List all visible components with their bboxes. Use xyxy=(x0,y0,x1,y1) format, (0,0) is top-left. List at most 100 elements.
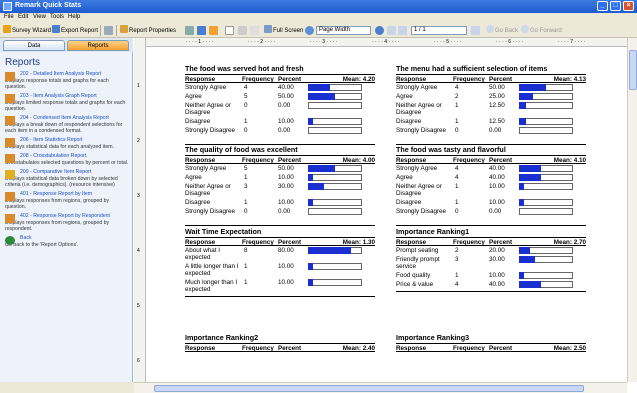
vertical-scroll-thumb[interactable] xyxy=(629,50,637,90)
percent-bar-frame xyxy=(519,272,573,279)
menu-tools[interactable]: Tools xyxy=(50,14,64,20)
ruler-mark: · · · · 6 · · · · xyxy=(496,39,524,45)
zoom-in-icon[interactable] xyxy=(375,26,384,35)
go-back-button[interactable]: Go Back xyxy=(486,25,518,36)
frequency-value: 2 xyxy=(455,247,459,254)
survey-wizard-button[interactable]: Survey Wizard xyxy=(3,25,51,36)
ruler-mark: · · · · 3 · · · · xyxy=(310,39,338,45)
report-item[interactable]: 206 - Item Statistics Report Displays sta… xyxy=(0,137,133,153)
response-label: About what I expected xyxy=(185,247,221,261)
percent-value: 12.50 xyxy=(489,102,505,109)
report-icon-star xyxy=(5,170,15,179)
table-row: Disagree 1 12.50 xyxy=(396,117,586,126)
question-title: The food was tasty and flavorful xyxy=(396,145,506,154)
maximize-button[interactable]: □ xyxy=(610,1,621,11)
column-header-percent: Percent xyxy=(278,239,302,246)
layout-icon[interactable] xyxy=(197,26,206,35)
table-header: Response Frequency Percent Mean: 2.50 xyxy=(396,343,586,352)
column-header-frequency: Frequency xyxy=(242,76,274,83)
report-item[interactable]: Back Go back to the 'Report Options'. xyxy=(0,235,133,251)
table-row: Much longer than I expected 1 10.00 xyxy=(185,278,375,294)
report-item-title[interactable]: 208 - Crosstabulation Report xyxy=(20,153,129,159)
minimize-button[interactable]: _ xyxy=(597,1,608,11)
ruler-mark: 2 xyxy=(137,138,140,144)
table-row: Agree 5 50.00 xyxy=(185,92,375,101)
report-item[interactable]: 208 - Crosstabulation Report Crosstabulat… xyxy=(0,153,133,169)
frequency-value: 0 xyxy=(244,127,248,134)
menu-view[interactable]: View xyxy=(33,14,46,20)
percent-value: 10.00 xyxy=(278,174,294,181)
table-row: Neither Agree or Disagree 3 30.00 xyxy=(185,182,375,198)
column-header-frequency: Frequency xyxy=(242,239,274,246)
report-icon xyxy=(5,154,15,163)
percent-value: 40.00 xyxy=(489,281,505,288)
table-row: Disagree 1 10.00 xyxy=(185,198,375,207)
menu-file[interactable]: File xyxy=(4,14,14,20)
percent-bar xyxy=(308,183,324,190)
report-item-title[interactable]: 203 - Item Analysis Graph Report xyxy=(20,93,129,99)
page-icon[interactable] xyxy=(209,26,218,35)
report-properties-button[interactable]: Report Properties xyxy=(120,25,176,36)
report-item[interactable]: 209 - Comparative Item Report Displays st… xyxy=(0,169,133,191)
column-header-response: Response xyxy=(185,76,216,83)
percent-value: 0.00 xyxy=(278,208,291,215)
close-button[interactable]: × xyxy=(623,1,634,11)
zoom-select[interactable]: Page Width xyxy=(316,26,371,35)
go-forward-button[interactable]: Go Forward xyxy=(521,25,562,36)
table-header: Response Frequency Percent Mean: 4.13 xyxy=(396,74,586,83)
report-item-title[interactable]: Back xyxy=(20,235,129,241)
percent-bar-frame xyxy=(308,127,362,134)
report-item-description: Go back to the 'Report Options'. xyxy=(5,242,79,248)
app-icon xyxy=(3,2,12,11)
column-header-response: Response xyxy=(185,239,216,246)
frequency-value: 4 xyxy=(455,165,459,172)
frequency-value: 1 xyxy=(244,118,248,125)
table-row: Strongly Agree 5 50.00 xyxy=(185,164,375,173)
report-preview: · · · · 1 · · · · · · · · 2 · · · · · · · … xyxy=(134,38,627,382)
table-row: Strongly Disagree 0 0.00 xyxy=(185,126,375,142)
tab-reports[interactable]: Reports xyxy=(67,40,129,51)
table-row: Agree 4 40.00 xyxy=(396,173,586,182)
copy-icon[interactable] xyxy=(250,26,259,35)
tab-data[interactable]: Data xyxy=(3,40,65,51)
menu-edit[interactable]: Edit xyxy=(18,14,28,20)
response-label: Strongly Disagree xyxy=(396,208,447,215)
report-item[interactable]: 202 - Detailed Item Analysis Report Displ… xyxy=(0,71,133,93)
report-item-description: Displays limited response totals and gra… xyxy=(5,100,126,112)
report-item-title[interactable]: 202 - Detailed Item Analysis Report xyxy=(20,71,129,77)
export-report-button[interactable]: Export Report xyxy=(52,25,98,36)
table-row: Strongly Disagree 0 0.00 xyxy=(396,126,586,142)
report-item[interactable]: 402 - Response Report by Respondent Displ… xyxy=(0,213,133,235)
percent-bar-frame xyxy=(308,208,362,215)
table-row: Strongly Agree 4 50.00 xyxy=(396,83,586,92)
horizontal-scroll-thumb[interactable] xyxy=(154,385,584,392)
block-divider xyxy=(185,296,375,297)
first-page-icon[interactable] xyxy=(387,26,396,35)
report-item[interactable]: 401 - Response Report by Item Displays re… xyxy=(0,191,133,213)
report-item-title[interactable]: 401 - Response Report by Item xyxy=(20,191,129,197)
new-page-icon[interactable] xyxy=(225,26,234,35)
binoculars-icon[interactable] xyxy=(185,26,194,35)
report-item[interactable]: 204 - Condensed Item Analysis Report Disp… xyxy=(0,115,133,137)
vertical-scrollbar[interactable] xyxy=(627,38,637,382)
prev-page-icon[interactable] xyxy=(398,26,407,35)
page-number-field[interactable]: 1 / 1 xyxy=(411,26,467,35)
next-page-icon[interactable] xyxy=(471,26,480,35)
zoom-icon[interactable] xyxy=(305,26,314,35)
full-screen-button[interactable]: Full Screen xyxy=(264,25,303,36)
report-item[interactable]: 203 - Item Analysis Graph Report Displays… xyxy=(0,93,133,115)
column-header-response: Response xyxy=(396,345,427,352)
percent-bar xyxy=(519,118,526,125)
percent-value: 10.00 xyxy=(278,118,294,125)
percent-value: 12.50 xyxy=(489,118,505,125)
print-icon[interactable] xyxy=(238,26,247,35)
report-item-title[interactable]: 209 - Comparative Item Report xyxy=(20,169,129,175)
horizontal-scrollbar[interactable] xyxy=(134,382,627,393)
report-item-title[interactable]: 402 - Response Report by Respondent xyxy=(20,213,129,219)
report-item-title[interactable]: 206 - Item Statistics Report xyxy=(20,137,129,143)
report-item-title[interactable]: 204 - Condensed Item Analysis Report xyxy=(20,115,129,121)
menu-help[interactable]: Help xyxy=(68,14,80,20)
percent-value: 10.00 xyxy=(278,199,294,206)
tool-icon[interactable] xyxy=(104,26,113,35)
report-item-description: Displays response totals and graphs for … xyxy=(5,78,109,90)
